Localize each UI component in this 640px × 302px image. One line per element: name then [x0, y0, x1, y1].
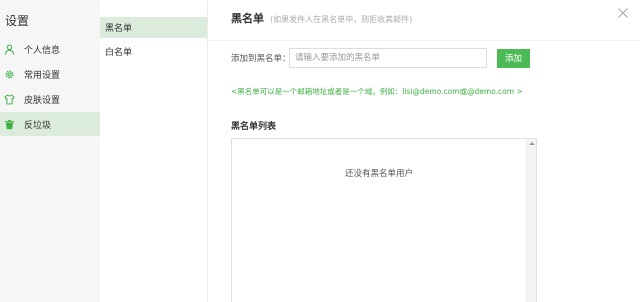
add-label: 添加到黑名单： [231, 54, 291, 64]
trash-icon [4, 119, 15, 130]
shirt-icon [4, 94, 15, 105]
page-description: (如果发件人在黑名单中，则拒收其邮件) [270, 15, 413, 24]
sidebar-item-anti-spam[interactable]: 反垃圾 [0, 112, 100, 136]
gear-icon [4, 69, 15, 80]
sidebar-item-label: 皮肤设置 [24, 95, 61, 106]
add-to-blacklist-row: 添加到黑名单： 添加 [231, 48, 530, 68]
page-title: 黑名单 [231, 12, 264, 25]
blacklist-input[interactable] [289, 48, 487, 68]
sidebar-item-label: 常用设置 [24, 70, 61, 81]
header-divider [209, 40, 640, 41]
scroll-up-icon[interactable] [529, 142, 535, 145]
sidebar-item-label: 个人信息 [24, 45, 61, 56]
blacklist-hint: <黑名单可以是一个邮箱地址或者是一个域。例如：lisi@demo.com或@de… [231, 87, 523, 96]
sidebar-item-common-settings[interactable]: 常用设置 [0, 62, 100, 86]
settings-title: 设置 [5, 14, 30, 28]
blacklist-list: 还没有黑名单用户 [231, 138, 537, 302]
person-icon [4, 44, 15, 55]
sidebar-item-label: 反垃圾 [24, 120, 52, 131]
submenu-item-whitelist[interactable]: 白名单 [100, 41, 207, 62]
settings-nav: 个人信息 常用设置 皮肤设置 反垃圾 [0, 37, 100, 137]
settings-sidebar: 设置 个人信息 常用设置 皮肤设置 反垃圾 [0, 0, 100, 302]
empty-state-text: 还没有黑名单用户 [344, 169, 413, 179]
add-button[interactable]: 添加 [497, 48, 530, 68]
blacklist-list-title: 黑名单列表 [231, 122, 277, 132]
panel-header: 黑名单 (如果发件人在黑名单中，则拒收其邮件) [231, 10, 412, 26]
close-icon[interactable] [617, 7, 629, 19]
anti-spam-submenu: 黑名单 白名单 [100, 0, 208, 302]
sidebar-item-skin-settings[interactable]: 皮肤设置 [0, 87, 100, 111]
sidebar-item-personal-info[interactable]: 个人信息 [0, 37, 100, 61]
submenu-item-blacklist[interactable]: 黑名单 [100, 17, 207, 38]
blacklist-panel: 黑名单 (如果发件人在黑名单中，则拒收其邮件) 添加到黑名单： 添加 <黑名单可… [209, 0, 640, 302]
list-scrollbar[interactable] [526, 139, 536, 302]
